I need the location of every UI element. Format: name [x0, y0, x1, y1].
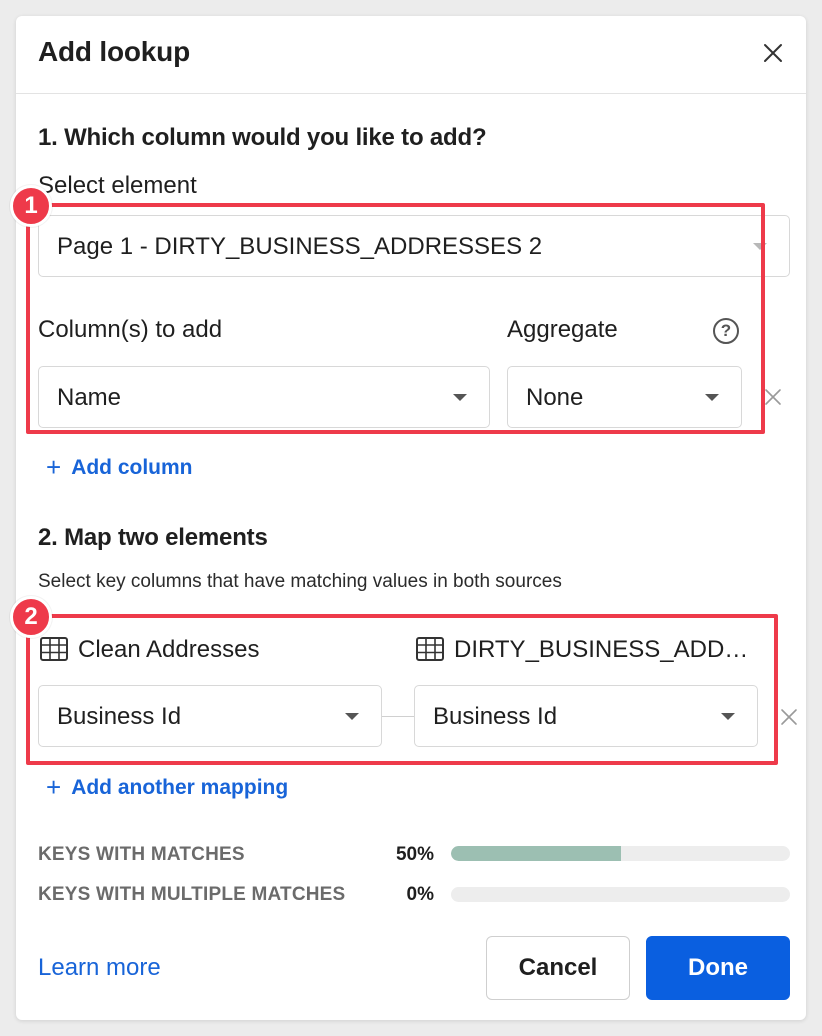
keys-with-matches-percent: 50% — [395, 844, 434, 865]
keys-with-multiple-matches-percent: 0% — [406, 884, 434, 905]
dialog-title: Add lookup — [38, 36, 190, 67]
column-value: Name — [57, 384, 122, 411]
plus-icon: + — [46, 452, 62, 482]
keys-with-matches-bar-fill — [451, 846, 621, 861]
section-2-heading: 2. Map two elements — [38, 524, 268, 551]
done-button[interactable]: Done — [646, 936, 790, 1000]
chevron-down-icon — [345, 713, 359, 720]
plus-icon: + — [46, 772, 62, 802]
callout-badge-1: 1 — [10, 185, 52, 227]
table-icon — [40, 637, 68, 661]
section-2-subtext: Select key columns that have matching va… — [38, 571, 562, 592]
keys-with-multiple-matches-bar — [451, 887, 790, 902]
add-column-link[interactable]: + Add column — [46, 452, 193, 483]
chevron-down-icon — [705, 394, 719, 401]
left-key-value: Business Id — [57, 703, 182, 730]
right-source-name: DIRTY_BUSINESS_ADD… — [454, 636, 749, 663]
right-key-value: Business Id — [433, 703, 558, 730]
chevron-down-icon — [453, 394, 467, 401]
columns-to-add-label: Column(s) to add — [38, 316, 223, 343]
remove-column-icon[interactable] — [762, 386, 784, 408]
add-mapping-label: Add another mapping — [71, 776, 289, 799]
cancel-button[interactable]: Cancel — [486, 936, 630, 1000]
dialog-header: Add lookup — [16, 16, 806, 94]
select-element-label: Select element — [38, 172, 197, 199]
column-to-add-select[interactable]: Name — [38, 366, 490, 428]
callout-badge-2: 2 — [10, 596, 52, 638]
aggregate-value: None — [526, 384, 584, 411]
remove-mapping-icon[interactable] — [778, 706, 800, 728]
add-lookup-dialog: Add lookup 1. Which column would you lik… — [16, 16, 806, 1020]
help-icon[interactable]: ? — [713, 318, 739, 344]
add-mapping-link[interactable]: + Add another mapping — [46, 772, 288, 803]
keys-with-matches-bar — [451, 846, 790, 861]
chevron-down-icon — [753, 243, 767, 250]
select-element-value: Page 1 - DIRTY_BUSINESS_ADDRESSES 2 — [57, 233, 543, 260]
add-column-label: Add column — [71, 456, 193, 479]
left-key-select[interactable]: Business Id — [38, 685, 382, 747]
section-1-heading: 1. Which column would you like to add? — [38, 124, 487, 151]
right-key-select[interactable]: Business Id — [414, 685, 758, 747]
table-icon — [416, 637, 444, 661]
close-icon[interactable] — [760, 40, 786, 66]
chevron-down-icon — [721, 713, 735, 720]
keys-with-multiple-matches-label: KEYS WITH MULTIPLE MATCHES — [38, 884, 346, 905]
aggregate-select[interactable]: None — [507, 366, 742, 428]
select-element-dropdown[interactable]: Page 1 - DIRTY_BUSINESS_ADDRESSES 2 — [38, 215, 790, 277]
aggregate-label: Aggregate — [507, 316, 618, 343]
keys-with-matches-label: KEYS WITH MATCHES — [38, 844, 245, 865]
mapping-connector — [382, 716, 414, 717]
learn-more-link[interactable]: Learn more — [38, 954, 161, 982]
left-source-name: Clean Addresses — [78, 636, 260, 663]
